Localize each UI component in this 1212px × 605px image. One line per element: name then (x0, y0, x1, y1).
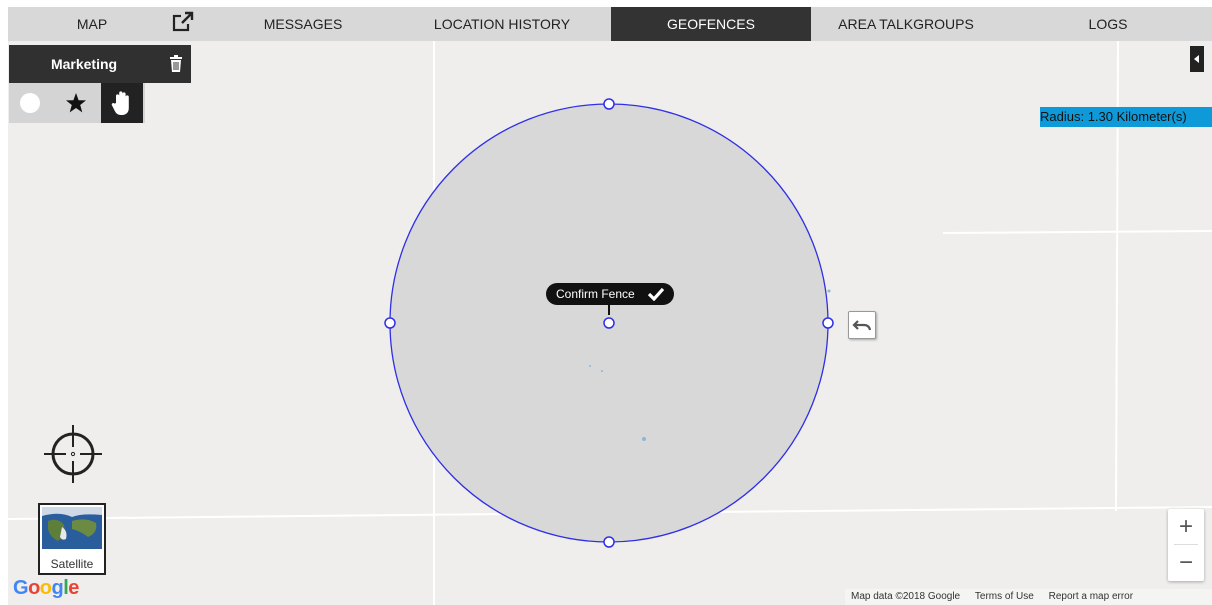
tab-area-talkgroups[interactable]: AREA TALKGROUPS (816, 7, 996, 41)
map-canvas[interactable]: Marketing Radius: 1.30 Kilometer(s) Conf… (8, 41, 1212, 605)
tab-map[interactable]: MAP (52, 7, 132, 41)
terms-link[interactable]: Terms of Use (975, 591, 1034, 602)
geofence-header: Marketing (9, 45, 191, 83)
resize-handle-left (384, 317, 396, 329)
hand-icon (111, 91, 129, 115)
tab-logs[interactable]: LOGS (1068, 7, 1148, 41)
star-icon (66, 93, 86, 113)
undo-button[interactable] (848, 311, 876, 339)
pan-tool[interactable] (101, 83, 143, 123)
geofence-name: Marketing (50, 56, 118, 72)
checkmark-icon (648, 287, 664, 301)
external-link-icon[interactable] (172, 11, 194, 33)
top-nav: MAP MESSAGES LOCATION HISTORY GEOFENCES … (8, 7, 1212, 41)
zoom-control: + − (1168, 509, 1204, 581)
zoom-out-button[interactable]: − (1168, 545, 1204, 580)
trash-icon[interactable] (169, 55, 183, 73)
collapse-panel-button[interactable] (1190, 46, 1204, 72)
tab-location-history[interactable]: LOCATION HISTORY (418, 7, 586, 41)
circle-icon (20, 93, 40, 113)
circle-tool[interactable] (9, 83, 51, 123)
map-attribution: Map data ©2018 Google Terms of Use Repor… (845, 589, 1212, 605)
shape-tools (9, 83, 145, 123)
confirm-fence-label: Confirm Fence (556, 287, 635, 301)
tab-messages[interactable]: MESSAGES (248, 7, 358, 41)
report-error-link[interactable]: Report a map error (1049, 591, 1133, 602)
radius-readout: Radius: 1.30 Kilometer(s) (1040, 107, 1212, 127)
confirm-pointer (608, 305, 610, 315)
crosshair-icon[interactable] (42, 423, 104, 485)
resize-handle-right (822, 317, 834, 329)
map-roads (8, 41, 1212, 605)
center-handle (603, 317, 615, 329)
zoom-in-button[interactable]: + (1168, 509, 1204, 544)
polygon-tool[interactable] (55, 83, 97, 123)
caret-left-icon (1194, 55, 1199, 63)
map-data-credit: Map data ©2018 Google (851, 591, 961, 602)
tab-geofences[interactable]: GEOFENCES (611, 7, 811, 41)
google-logo: Google (13, 577, 79, 599)
undo-icon (852, 320, 872, 331)
satellite-thumbnail (42, 507, 102, 549)
satellite-toggle[interactable]: Satellite (38, 503, 106, 575)
resize-handle-bottom (603, 536, 615, 548)
confirm-fence-button[interactable]: Confirm Fence (546, 283, 674, 305)
satellite-label: Satellite (50, 557, 94, 571)
resize-handle-top (603, 98, 615, 110)
